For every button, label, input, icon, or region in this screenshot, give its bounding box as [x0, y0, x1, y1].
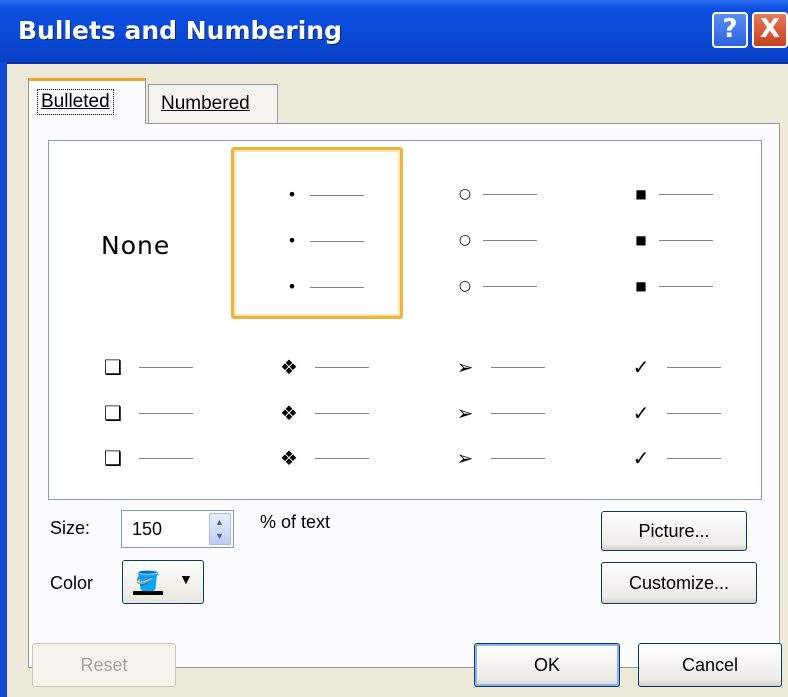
sample-line: [139, 458, 193, 459]
sample-line: [315, 367, 369, 368]
sample-line: [491, 458, 545, 459]
filled-square-icon: ■: [635, 233, 647, 247]
spin-up-icon[interactable]: ▲: [215, 517, 224, 527]
close-button[interactable]: X: [752, 12, 788, 48]
sample-line: [139, 367, 193, 368]
sample-line: [659, 194, 713, 195]
sample-line: [667, 413, 721, 414]
sample-line: [483, 240, 537, 241]
sample-line: [310, 241, 364, 242]
tab-bulleted[interactable]: Bulleted: [28, 78, 146, 124]
hollow-circle-icon: ○: [458, 232, 472, 248]
bullet-style-checkmark[interactable]: ✓ ✓ ✓: [583, 323, 755, 495]
filled-square-icon: ■: [635, 279, 647, 293]
checkmark-icon: ✓: [632, 401, 650, 425]
sample-line: [667, 458, 721, 459]
bullet-style-filled-square[interactable]: ■ ■ ■: [583, 149, 755, 321]
checkmark-icon: ✓: [632, 355, 650, 379]
small-dot-icon: •: [287, 231, 297, 250]
none-label: None: [101, 231, 171, 260]
bullet-style-none[interactable]: None: [55, 149, 227, 321]
customize-button[interactable]: Customize...: [601, 562, 757, 604]
sample-line: [491, 413, 545, 414]
arrowhead-icon: ➢: [456, 355, 474, 379]
bullet-style-small-dot[interactable]: • • •: [231, 147, 403, 319]
sample-line: [483, 286, 537, 287]
sample-line: [139, 413, 193, 414]
checkmark-icon: ✓: [632, 446, 650, 470]
cancel-button[interactable]: Cancel: [638, 643, 782, 687]
ok-button[interactable]: OK: [474, 643, 620, 687]
hollow-square-icon: ❑: [104, 355, 122, 379]
picture-button[interactable]: Picture...: [601, 511, 747, 551]
hollow-circle-icon: ○: [458, 186, 472, 202]
bullet-gallery: None • • • ○ ○ ○ ■ ■ ■ ❑ ❑ ❑ ❖ ❖ ❖ ➢ ➢ ➢…: [48, 140, 762, 500]
four-diamonds-icon: ❖: [280, 355, 298, 379]
tab-bulleted-label: Bulleted: [37, 89, 114, 115]
sample-line: [667, 367, 721, 368]
size-value: 150: [132, 519, 163, 539]
size-spin-buttons[interactable]: ▲ ▼: [209, 513, 231, 545]
sample-line: [315, 413, 369, 414]
sample-line: [659, 286, 713, 287]
sample-line: [483, 194, 537, 195]
small-dot-icon: •: [287, 185, 297, 204]
bullet-style-arrowhead[interactable]: ➢ ➢ ➢: [407, 323, 579, 495]
color-swatch: [133, 591, 163, 595]
bullet-style-hollow-circle[interactable]: ○ ○ ○: [407, 149, 579, 321]
tab-numbered[interactable]: Numbered: [148, 84, 278, 124]
four-diamonds-icon: ❖: [280, 446, 298, 470]
hollow-circle-icon: ○: [458, 278, 472, 294]
window-frame-left: [0, 62, 7, 697]
four-diamonds-icon: ❖: [280, 401, 298, 425]
tab-numbered-label: Numbered: [161, 93, 250, 114]
sample-line: [315, 458, 369, 459]
sample-line: [659, 240, 713, 241]
size-stepper[interactable]: 150 ▲ ▼: [121, 510, 234, 548]
small-dot-icon: •: [287, 277, 297, 296]
reset-button[interactable]: Reset: [32, 643, 176, 687]
title-bar: Bullets and Numbering ? X: [0, 0, 788, 64]
color-label: Color: [50, 573, 94, 593]
size-label: Size:: [50, 518, 91, 538]
bullet-style-four-diamonds[interactable]: ❖ ❖ ❖: [231, 323, 403, 495]
arrowhead-icon: ➢: [456, 446, 474, 470]
chevron-down-icon: ▼: [179, 571, 193, 587]
color-picker-button[interactable]: 🪣 ▼: [122, 560, 204, 604]
sample-line: [491, 367, 545, 368]
hollow-square-icon: ❑: [104, 446, 122, 470]
help-button[interactable]: ?: [712, 12, 748, 48]
sample-line: [310, 195, 364, 196]
dialog-title: Bullets and Numbering: [18, 16, 342, 45]
filled-square-icon: ■: [635, 187, 647, 201]
sample-line: [310, 287, 364, 288]
arrowhead-icon: ➢: [456, 401, 474, 425]
spin-down-icon[interactable]: ▼: [215, 531, 224, 541]
hollow-square-icon: ❑: [104, 401, 122, 425]
size-suffix: % of text: [260, 512, 331, 532]
bullet-style-hollow-square[interactable]: ❑ ❑ ❑: [55, 323, 227, 495]
